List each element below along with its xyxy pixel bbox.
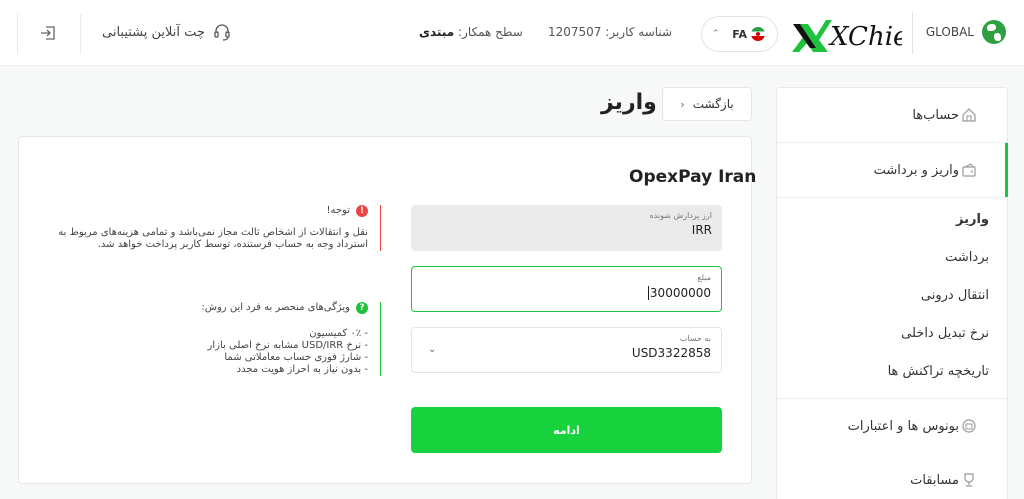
feature-item: - شارژ فوری حساب معاملاتی شما (224, 352, 368, 363)
language-selector[interactable]: ⌃ FA (701, 16, 778, 52)
deposit-withdraw-submenu: واریز برداشت انتقال درونی نرخ تبدیل داخل… (777, 198, 1007, 399)
header-divider (912, 12, 913, 54)
partner-level-value: مبتدی (419, 25, 455, 39)
currency-value: IRR (691, 223, 712, 237)
sidebar-item-competitions[interactable]: مسابقات (777, 453, 1007, 499)
globe-icon (982, 20, 1006, 44)
account-select[interactable]: به حساب USD3322858 ⌄ (411, 327, 722, 373)
features-note: ? ویژگی‌های منحصر به فرد این روش: - ۰٪ ک… (37, 302, 381, 376)
sidebar-item-label: واریز و برداشت (873, 162, 959, 178)
chevron-down-icon: ⌄ (428, 344, 437, 355)
feature-item: - بدون نیاز به احراز هویت مجدد (236, 364, 368, 375)
feature-item: - نرخ USD/IRR مشابه نرخ اصلی بازار (207, 340, 368, 351)
amount-label: مبلغ (697, 273, 711, 282)
feature-item: - ۰٪ کمیسیون (309, 328, 368, 339)
support-chat-link[interactable]: چت آنلاین پشتیبانی (102, 23, 231, 41)
deposit-card: OpexPay Iran ارز پردازش شونده IRR مبلغ 3… (18, 136, 756, 484)
logout-icon[interactable] (39, 24, 57, 42)
top-header: GLOBAL XChief ⌃ FA شناسه کاربر: 1207507 … (0, 0, 1024, 66)
features-title: ویژگی‌های منحصر به فرد این روش: (201, 302, 350, 313)
warning-text: نقل و انتقالات از اشخاص ثالث مجاز نمی‌با… (58, 227, 368, 250)
wallet-icon (962, 163, 976, 177)
sidebar-item-label: حساب‌ها (912, 107, 959, 123)
logo-text: XChief (828, 22, 902, 52)
language-code: FA (732, 27, 747, 41)
sidebar-menu: حساب‌ها واریز و برداشت واریز برداشت انتق… (776, 87, 1008, 499)
account-label: به حساب (679, 334, 711, 343)
submenu-item-label: واریز (956, 211, 989, 227)
home-icon (962, 108, 976, 122)
warning-icon: ! (356, 205, 368, 217)
amount-field[interactable]: مبلغ 30000000 (411, 266, 722, 312)
chevron-up-icon: ⌃ (712, 29, 720, 39)
chevron-left-icon: ‹ (680, 97, 685, 111)
headset-icon (214, 24, 230, 41)
iran-flag-icon (751, 27, 765, 41)
xchief-logo[interactable]: XChief (790, 12, 902, 56)
submenu-item-label: نرخ تبدیل داخلی (901, 325, 989, 341)
submenu-item-withdraw[interactable]: برداشت (777, 238, 1007, 276)
sidebar-item-label: بونوس ها و اعتبارات (847, 418, 959, 434)
sidebar-item-deposit-withdraw[interactable]: واریز و برداشت (777, 142, 1008, 198)
currency-field: ارز پردازش شونده IRR (411, 205, 722, 251)
warning-note: ! توجه! نقل و انتقالات از اشخاص ثالث مجا… (37, 205, 381, 251)
submenu-item-label: برداشت (945, 249, 989, 265)
account-value: USD3322858 (631, 346, 711, 360)
header-separator-left (17, 14, 18, 54)
currency-label: ارز پردازش شونده (649, 211, 712, 220)
amount-input[interactable]: 30000000 (647, 286, 711, 300)
submenu-item-label: انتقال درونی (920, 287, 989, 303)
global-link[interactable]: GLOBAL (926, 20, 1006, 44)
trophy-icon (964, 473, 974, 487)
back-label: بازگشت (692, 97, 734, 111)
user-id-info: شناسه کاربر: 1207507 (548, 25, 672, 39)
submenu-item-label: تاریخچه تراکنش ها (887, 363, 989, 379)
payment-method-title: OpexPay Iran (629, 167, 757, 187)
back-button[interactable]: بازگشت ‹ (662, 87, 752, 121)
question-icon: ? (356, 302, 368, 314)
continue-button[interactable]: ادامه (411, 407, 722, 453)
page-title: واریز (601, 90, 657, 115)
submenu-item-transaction-history[interactable]: تاریخچه تراکنش ها (777, 352, 1007, 390)
partner-level-label: سطح همکار: (457, 25, 523, 39)
user-id-label: شناسه کاربر: (605, 25, 673, 39)
warning-title: توجه! (326, 205, 350, 216)
sidebar-item-label: مسابقات (910, 472, 959, 488)
partner-level-info: سطح همکار: مبتدی (419, 25, 523, 39)
bonus-icon (962, 419, 976, 433)
sidebar-item-bonuses[interactable]: بونوس ها و اعتبارات (777, 399, 1007, 453)
support-label: چت آنلاین پشتیبانی (102, 24, 205, 40)
global-label: GLOBAL (925, 25, 974, 39)
sidebar-item-accounts[interactable]: حساب‌ها (777, 88, 1007, 142)
submenu-item-exchange-rate[interactable]: نرخ تبدیل داخلی (777, 314, 1007, 352)
submenu-item-deposit[interactable]: واریز (777, 200, 1007, 238)
user-id-value: 1207507 (548, 25, 602, 39)
header-separator (80, 14, 81, 54)
submenu-item-internal-transfer[interactable]: انتقال درونی (777, 276, 1007, 314)
